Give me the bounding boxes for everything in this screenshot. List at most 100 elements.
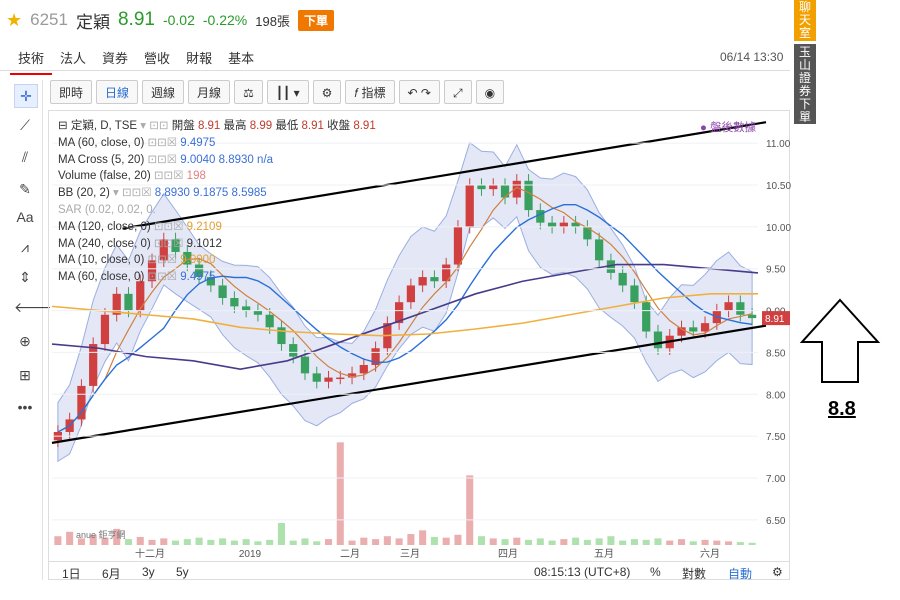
after-hours-dot-icon: ●: [700, 122, 711, 134]
close-label: 收盤: [327, 120, 351, 132]
divider: [0, 70, 790, 71]
after-hours-label: ● 盤後數據: [700, 119, 756, 135]
text-tool-icon[interactable]: Aa: [14, 206, 36, 228]
ma120-name: MA (120, close, 0): [58, 220, 151, 233]
high-label: 最高: [223, 120, 247, 132]
stock-code: 6251: [30, 10, 68, 29]
brush-icon[interactable]: ✎: [14, 178, 36, 200]
range-bar: 1日 6月 3y 5y 08:15:13 (UTC+8) % 對數 自動 ⚙: [48, 561, 790, 582]
favorite-star-icon[interactable]: ★: [6, 10, 22, 31]
broker-order-tab[interactable]: 玉山證券下單: [794, 44, 816, 124]
ma120-value: 9.2109: [186, 220, 222, 233]
high-value: 8.99: [249, 120, 273, 132]
volume-value: 198: [186, 170, 206, 183]
range-1d[interactable]: 1日: [62, 565, 81, 582]
annotation-value: 8.8: [828, 398, 856, 420]
legend-ma120: MA (120, close, 0) ⊡⊡☒ 9.2109: [58, 219, 376, 236]
stock-price: 8.91: [117, 9, 155, 30]
legend-ma10-controls-icon[interactable]: ⊡⊡☒: [148, 254, 181, 266]
stock-name: 定穎: [75, 12, 110, 32]
ma240-value: 9.1012: [186, 237, 222, 250]
legend-ma60-controls-icon[interactable]: ⊡⊡☒: [148, 137, 181, 149]
watermark-logo: anue 鉅亨網: [76, 530, 126, 540]
auto-toggle[interactable]: 自動: [728, 565, 752, 582]
ma60b-name: MA (60, close, 0): [58, 271, 145, 284]
bb-name: BB (20, 2): [58, 187, 110, 200]
legend-ma240-controls-icon[interactable]: ⊡⊡☒: [154, 238, 187, 250]
ma240-name: MA (240, close, 0): [58, 237, 151, 250]
trendline-tool-icon[interactable]: ⟋: [14, 114, 36, 136]
back-arrow-icon[interactable]: 🡐: [14, 296, 52, 318]
log-toggle[interactable]: 對數: [682, 565, 706, 582]
settings-gear-icon[interactable]: ⚙: [312, 80, 342, 104]
legend-ma60: MA (60, close, 0) ⊡⊡☒ 9.4975: [58, 135, 376, 152]
undo-icon[interactable]: ↶ ↷: [398, 80, 440, 104]
macross-v2: 8.8930: [218, 153, 254, 166]
crosshair-icon[interactable]: ✛: [14, 84, 38, 108]
legend-ma240: MA (240, close, 0) ⊡⊡☒ 9.1012: [58, 236, 376, 253]
legend-macross: MA Cross (5, 20) ⊡⊡☒ 9.0040 8.8930 n/a: [58, 152, 376, 169]
macross-name: MA Cross (5, 20): [58, 153, 145, 166]
ma10-name: MA (10, close, 0): [58, 254, 145, 267]
legend-ma10: MA (10, close, 0) ⊡⊡☒ 9.0000: [58, 252, 376, 269]
balance-icon[interactable]: ⚖: [234, 80, 263, 104]
price-change: -0.02: [162, 12, 195, 28]
quote-header: ★ 6251 定穎 8.91 -0.02 -0.22% 198張 下單: [6, 8, 334, 32]
camera-icon[interactable]: ◉: [475, 80, 505, 104]
bb-v1: 8.8930: [154, 187, 190, 200]
legend-controls-icon[interactable]: ▾ ⊡⊡: [140, 120, 171, 132]
scale-settings-icon[interactable]: ⚙: [772, 565, 783, 579]
range-5y[interactable]: 5y: [176, 565, 189, 579]
interval-daily-button[interactable]: 日線: [96, 80, 139, 104]
candle-style-icon[interactable]: ┃┃ ▾: [266, 80, 309, 104]
legend-bb-controls-icon[interactable]: ▾ ⊡⊡☒: [113, 187, 155, 199]
range-3y[interactable]: 3y: [142, 565, 155, 579]
chat-room-tab[interactable]: 聊天室: [794, 0, 816, 41]
ma60-name: MA (60, close, 0): [58, 136, 145, 149]
fib-tool-icon[interactable]: ⫽: [14, 146, 36, 168]
legend-main-row: ⊟ 定穎, D, TSE ▾ ⊡⊡ 開盤 8.91 最高 8.99 最低 8.9…: [58, 118, 376, 135]
legend-collapse-icon[interactable]: ⊟: [58, 120, 71, 132]
more-icon[interactable]: •••: [14, 396, 36, 418]
pattern-tool-icon[interactable]: ⩘: [14, 236, 36, 258]
indicators-label: 指標: [361, 86, 386, 100]
fullscreen-icon[interactable]: ⤢: [443, 80, 472, 104]
clock-readout: 08:15:13 (UTC+8): [534, 565, 631, 579]
trade-volume: 198張: [255, 13, 290, 29]
close-value: 8.91: [353, 120, 376, 132]
range-6m[interactable]: 6月: [102, 565, 121, 582]
macross-v3: n/a: [257, 153, 274, 166]
legend-volume: Volume (false, 20) ⊡⊡☒ 198: [58, 168, 376, 185]
zoom-icon[interactable]: ⊕: [14, 330, 36, 352]
legend-macross-controls-icon[interactable]: ⊡⊡☒: [147, 154, 180, 166]
legend-bb: BB (20, 2) ▾ ⊡⊡☒ 8.8930 9.1875 8.5985: [58, 185, 376, 202]
open-value: 8.91: [197, 120, 221, 132]
order-button[interactable]: 下單: [297, 9, 334, 31]
ma10-value: 9.0000: [180, 254, 216, 267]
indicators-button[interactable]: 𝑓 指標: [345, 80, 395, 104]
interval-intraday-button[interactable]: 即時: [50, 80, 93, 104]
low-value: 8.91: [301, 120, 324, 132]
chart-toolbar: 即時 日線 週線 月線 ⚖ ┃┃ ▾ ⚙ 𝑓 指標 ↶ ↷ ⤢ ◉: [50, 80, 505, 106]
measure-tool-icon[interactable]: ⇕: [14, 266, 36, 288]
sar-name: SAR (0.02, 0.02, 0.: [58, 203, 156, 216]
ma60-value: 9.4975: [180, 136, 216, 149]
drawing-tools-sidebar: ✛ ⟋ ⫽ ✎ Aa ⩘ ⇕ 🡐 ⊕ ⊞ •••: [10, 80, 52, 580]
quote-datetime: 06/14 13:30: [720, 50, 784, 64]
up-arrow-icon: [799, 298, 881, 383]
percent-toggle[interactable]: %: [650, 565, 661, 579]
ruler-icon[interactable]: ⊞: [14, 364, 36, 386]
volume-name: Volume (false, 20): [58, 170, 151, 183]
bb-v2: 9.1875: [193, 187, 229, 200]
interval-monthly-button[interactable]: 月線: [188, 80, 231, 104]
after-hours-text: 盤後數據: [710, 122, 757, 134]
macross-v1: 9.0040: [180, 153, 216, 166]
legend-ma60b: MA (60, close, 0) ⊡⊡☒ 9.4975: [58, 269, 376, 286]
legend-volume-controls-icon[interactable]: ⊡⊡☒: [154, 170, 187, 182]
bb-v3: 8.5985: [231, 187, 267, 200]
legend-ma60b-controls-icon[interactable]: ⊡⊡☒: [148, 271, 181, 283]
legend-sar: SAR (0.02, 0.02, 0.: [58, 202, 376, 219]
chart-legend: ⊟ 定穎, D, TSE ▾ ⊡⊡ 開盤 8.91 最高 8.99 最低 8.9…: [58, 118, 376, 286]
legend-ma120-controls-icon[interactable]: ⊡⊡☒: [154, 221, 187, 233]
interval-weekly-button[interactable]: 週線: [142, 80, 185, 104]
